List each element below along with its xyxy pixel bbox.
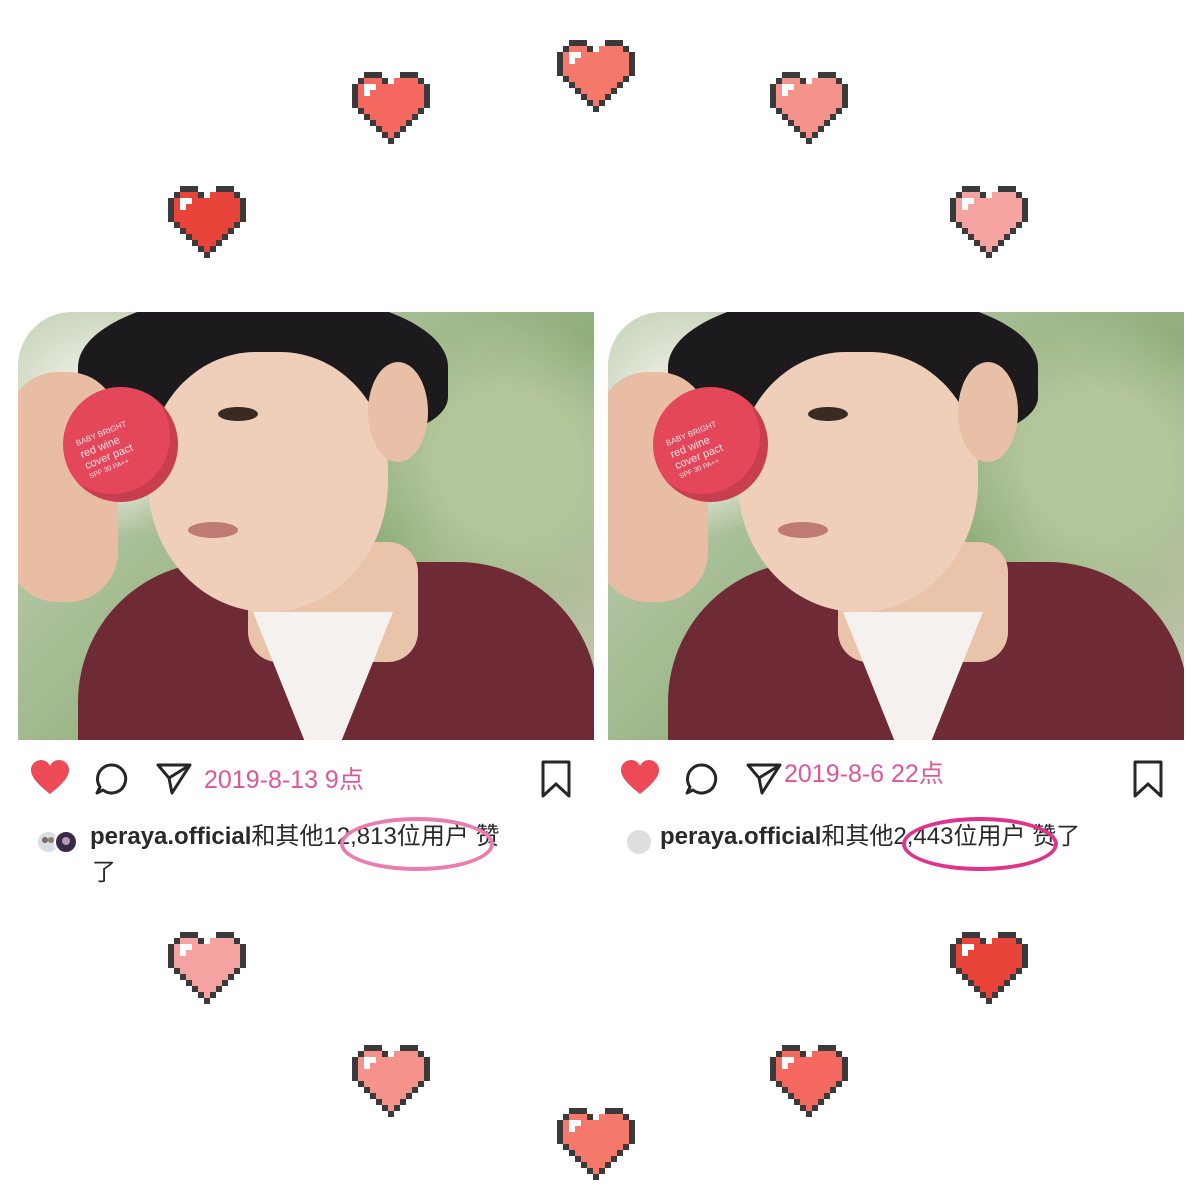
post-date: 2019-8-13 9点 [204,766,364,794]
heart-icon [950,932,1028,1004]
heart-icon [770,1045,848,1117]
comment-icon[interactable] [684,762,718,796]
heart-icon[interactable] [620,760,660,796]
post-date: 2019-8-6 22点 [784,760,944,788]
likes-prefix: 和其 [251,823,300,850]
heart-icon [557,1108,635,1180]
heart-icon [352,72,430,144]
liker-avatar[interactable] [626,829,652,859]
action-bar: 2019-8-13 9点 [18,752,594,802]
send-icon[interactable] [746,762,782,796]
heart-icon[interactable] [30,760,70,796]
heart-icon [168,186,246,258]
post-photo[interactable]: BABY BRIGHT red wine cover pact SPF 30 P… [608,312,1184,740]
bookmark-icon[interactable] [1132,760,1164,798]
heart-icon [557,40,635,112]
likes-prefix: 和其 [821,823,870,850]
post-card-right: BABY BRIGHT red wine cover pact SPF 30 P… [608,312,1184,892]
highlight-circle [902,817,1058,871]
bookmark-icon[interactable] [540,760,572,798]
likes-row: peraya.official和其他2,443位用户 赞了 [608,817,1184,897]
liker-username[interactable]: peraya.official [660,823,821,850]
send-icon[interactable] [156,762,192,796]
liker-avatars[interactable] [36,829,80,859]
heart-icon [352,1045,430,1117]
likes-wrap-text: 了 [92,859,116,886]
liker-username[interactable]: peraya.official [90,823,251,850]
heart-icon [770,72,848,144]
post-photo[interactable]: BABY BRIGHT red wine cover pact SPF 30 P… [18,312,594,740]
action-bar: 2019-8-6 22点 [608,752,1184,802]
post-card-left: BABY BRIGHT red wine cover pact SPF 30 P… [18,312,594,892]
likes-row: peraya.official和其他12,813位用户 赞 了 [18,817,594,897]
highlight-circle [340,817,494,871]
heart-icon [950,186,1028,258]
comment-icon[interactable] [94,762,128,796]
heart-icon [168,932,246,1004]
